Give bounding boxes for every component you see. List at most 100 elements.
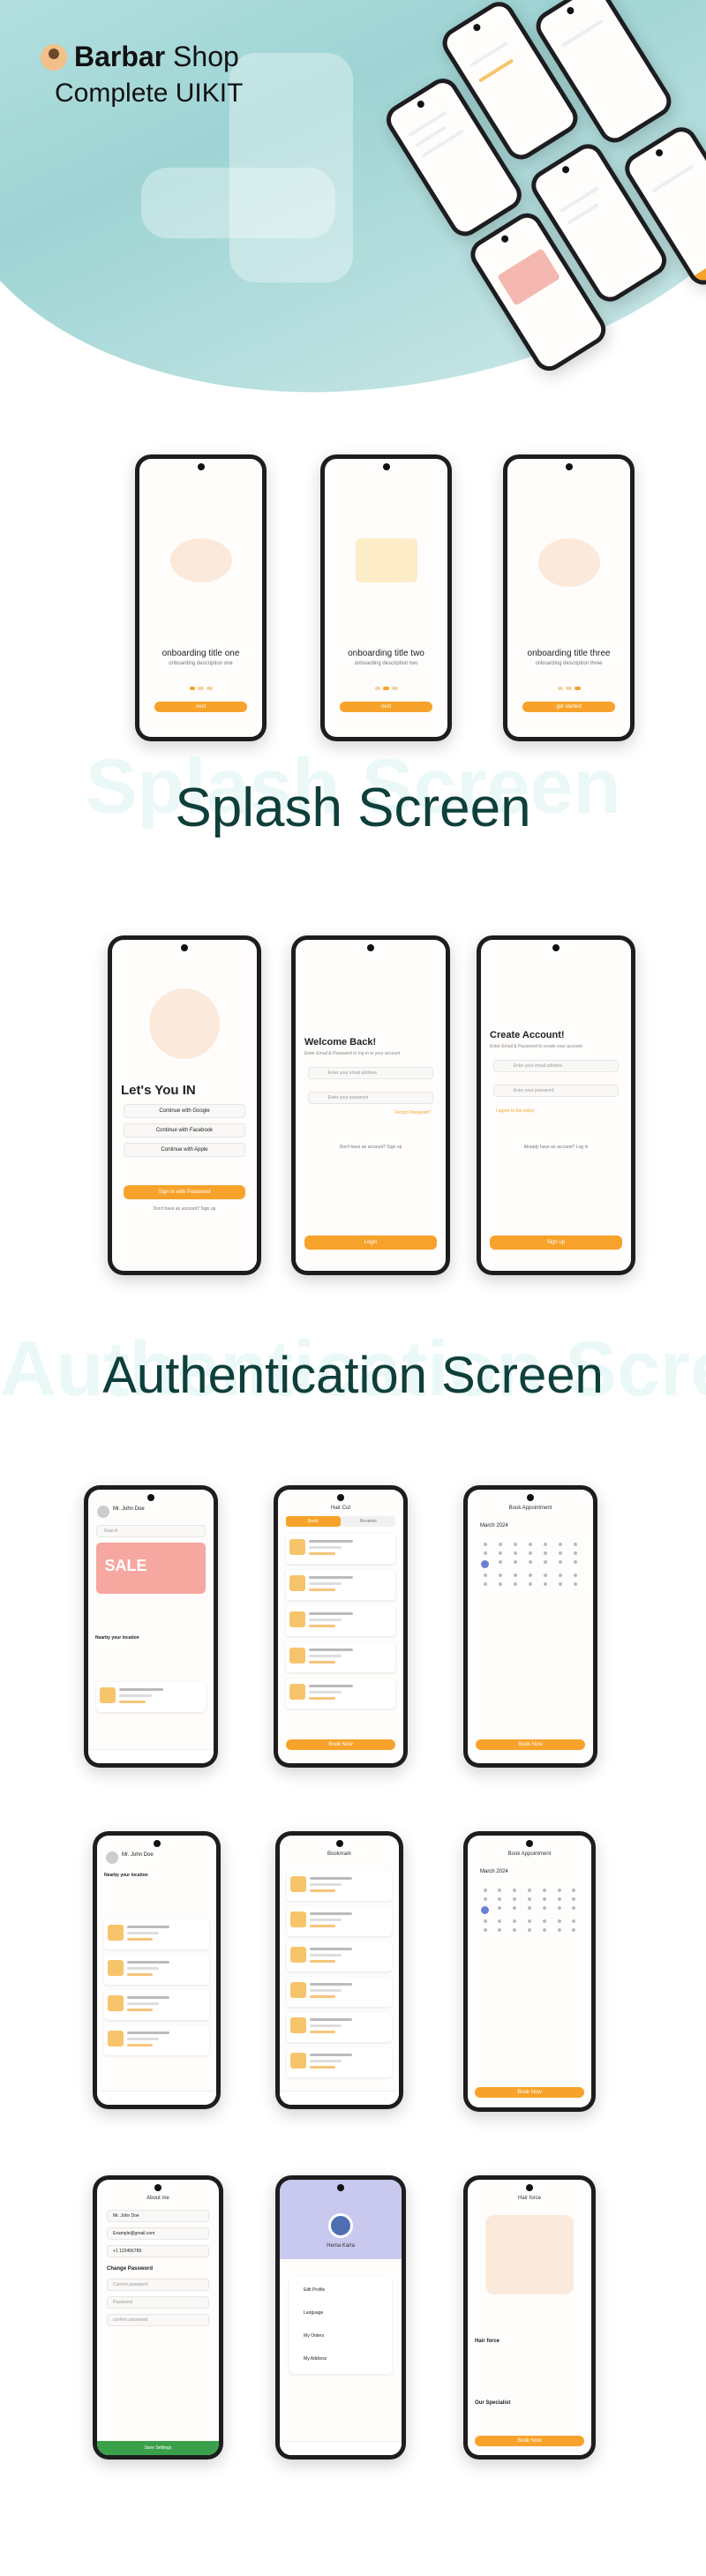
shop-card[interactable] — [287, 1906, 392, 1936]
profile-name: Hema Karla — [327, 2243, 355, 2249]
password-field[interactable]: Enter your password — [307, 1092, 434, 1104]
calendar-grid[interactable] — [477, 1543, 582, 1586]
shop-card[interactable] — [285, 1642, 396, 1672]
get-started-button[interactable]: get started — [522, 702, 616, 712]
my-orders-item[interactable]: My Orders — [304, 2333, 324, 2339]
book-title: Book Appointment — [508, 1506, 552, 1511]
shop-card[interactable] — [104, 1919, 209, 1949]
nearby-heading: Nearby your location — [104, 1873, 148, 1878]
shop-card[interactable] — [287, 1977, 392, 2007]
email-field[interactable]: Example@gmail.com — [107, 2227, 209, 2240]
sale-banner[interactable]: SALE — [95, 1543, 207, 1594]
avatar — [106, 1851, 118, 1864]
shop-detail-phone: Hair force Hair force Our Specialist Boo… — [463, 2175, 596, 2460]
shop-card[interactable] — [104, 1990, 209, 2020]
language-item[interactable]: Language — [304, 2310, 323, 2316]
next-button[interactable]: next — [339, 702, 433, 712]
change-password-heading: Change Password — [107, 2266, 154, 2272]
user-name: Mr. John Doe — [113, 1506, 145, 1512]
onboarding-illustration — [169, 538, 232, 582]
confirm-password-field[interactable]: confirm password — [107, 2314, 209, 2326]
auth-section-title: Authentication Screen — [102, 1347, 604, 1404]
create-account-phone: Create Account! Enter Email & Password t… — [477, 935, 635, 1275]
search-input[interactable]: Search — [95, 1525, 207, 1537]
book-now-button[interactable]: Book Now — [285, 1739, 396, 1750]
bottom-tabbar[interactable] — [88, 1749, 214, 1763]
shop-card[interactable] — [285, 1679, 396, 1709]
pager-dots — [374, 687, 398, 690]
email-field[interactable]: Enter your email address — [492, 1060, 620, 1072]
bottom-tabbar[interactable] — [97, 2091, 216, 2105]
lets-you-in-phone: Let's You IN Continue with Google Contin… — [108, 935, 261, 1275]
login-button[interactable]: Login — [304, 1235, 437, 1250]
shop-illustration — [485, 2215, 574, 2294]
forgot-password-link[interactable]: Forgot Password? — [394, 1110, 431, 1115]
showcase-root: Barbar Shop Complete UIKIT onboarding ti… — [0, 0, 706, 2576]
barber-logo-icon — [41, 43, 67, 71]
shop-card[interactable] — [287, 1941, 392, 1971]
agree-checkbox[interactable]: I agree to the policy — [496, 1108, 535, 1114]
shop-card[interactable] — [287, 2012, 392, 2042]
name-field[interactable]: Mr. John Doe — [107, 2210, 209, 2222]
shop-card[interactable] — [287, 1871, 392, 1901]
brand-subtitle: Complete UIKIT — [55, 79, 244, 108]
detail-title: Hair force — [517, 2196, 541, 2201]
bottom-tabbar[interactable] — [280, 2091, 399, 2105]
onboarding-phone-1: onboarding title one onboarding descript… — [135, 454, 267, 741]
pager-dots — [189, 687, 213, 690]
create-title: Create Account! — [490, 1030, 565, 1040]
book-now-button[interactable]: Book Now — [475, 1739, 586, 1750]
onboarding-description: onboarding description two — [354, 661, 418, 666]
apple-button[interactable]: Continue with Apple — [124, 1143, 245, 1157]
shop-card[interactable] — [285, 1570, 396, 1600]
edit-profile-item[interactable]: Edit Profile — [304, 2287, 325, 2293]
bookmark-title: Bookmark — [327, 1851, 351, 1857]
about-me-phone: About me Mr. John Doe Example@gmail.com … — [93, 2175, 223, 2460]
welcome-back-phone: Welcome Back! Enter Email & Password to … — [291, 935, 450, 1275]
profile-menu: Edit Profile Language My Orders My Addre… — [289, 2277, 392, 2374]
shop-card[interactable] — [287, 2047, 392, 2077]
hero-banner: Barbar Shop Complete UIKIT — [0, 0, 706, 406]
current-password-field[interactable]: Current password — [107, 2279, 209, 2291]
shop-card[interactable] — [285, 1534, 396, 1564]
tab-reviews[interactable]: Reviews — [341, 1516, 396, 1527]
phone-field[interactable]: +1 123456789 — [107, 2245, 209, 2257]
profile-avatar — [328, 2213, 353, 2238]
shop-card[interactable] — [104, 1955, 209, 1985]
onboarding-phone-3: onboarding title three onboarding descri… — [503, 454, 635, 741]
password-field[interactable]: Enter your password — [492, 1085, 620, 1097]
month-label: March 2024 — [480, 1869, 508, 1874]
book-now-button[interactable]: Book Now — [475, 2087, 584, 2098]
haircut-title: Hair Cut — [330, 1506, 350, 1511]
shop-card[interactable] — [95, 1682, 207, 1712]
signup-link[interactable]: Don't have an account? Sign up — [112, 1206, 257, 1212]
user-name: Mr. John Doe — [122, 1852, 154, 1858]
email-field[interactable]: Enter your email address — [307, 1067, 434, 1079]
bottom-tabbar[interactable] — [280, 2441, 402, 2455]
onboarding-phone-2: onboarding title two onboarding descript… — [320, 454, 452, 741]
calendar-grid[interactable] — [477, 1889, 582, 1932]
sign-in-password-button[interactable]: Sign in with Password — [124, 1185, 245, 1199]
profile-phone: Hema Karla Edit Profile Language My Orde… — [275, 2175, 406, 2460]
next-button[interactable]: next — [154, 702, 248, 712]
book-appointment-phone: Book Appointment March 2024 Book Now — [463, 1485, 597, 1768]
onboarding-illustration — [355, 538, 417, 582]
sign-up-button[interactable]: Sign up — [490, 1235, 622, 1250]
facebook-button[interactable]: Continue with Facebook — [124, 1123, 245, 1138]
pager-dots — [557, 687, 581, 690]
signup-link[interactable]: Don't have an account? Sign up — [296, 1145, 446, 1150]
login-link[interactable]: Already have an account? Log in — [481, 1145, 631, 1150]
onboarding-title: onboarding title two — [348, 649, 424, 658]
my-address-item[interactable]: My Address — [304, 2356, 327, 2362]
password-field[interactable]: Password — [107, 2296, 209, 2309]
lets-you-in-title: Let's You IN — [121, 1083, 196, 1098]
shop-name: Hair force — [475, 2339, 500, 2344]
book-now-button[interactable]: Book Now — [475, 2436, 584, 2446]
shop-card[interactable] — [285, 1606, 396, 1636]
onboarding-description: onboarding description one — [169, 661, 233, 666]
tab-book[interactable]: Book — [285, 1516, 341, 1527]
google-button[interactable]: Continue with Google — [124, 1104, 245, 1118]
save-settings-button[interactable]: Save Settings — [97, 2441, 219, 2455]
haircut-phone: Hair Cut Book Reviews Book Now — [274, 1485, 408, 1768]
shop-card[interactable] — [104, 2025, 209, 2055]
